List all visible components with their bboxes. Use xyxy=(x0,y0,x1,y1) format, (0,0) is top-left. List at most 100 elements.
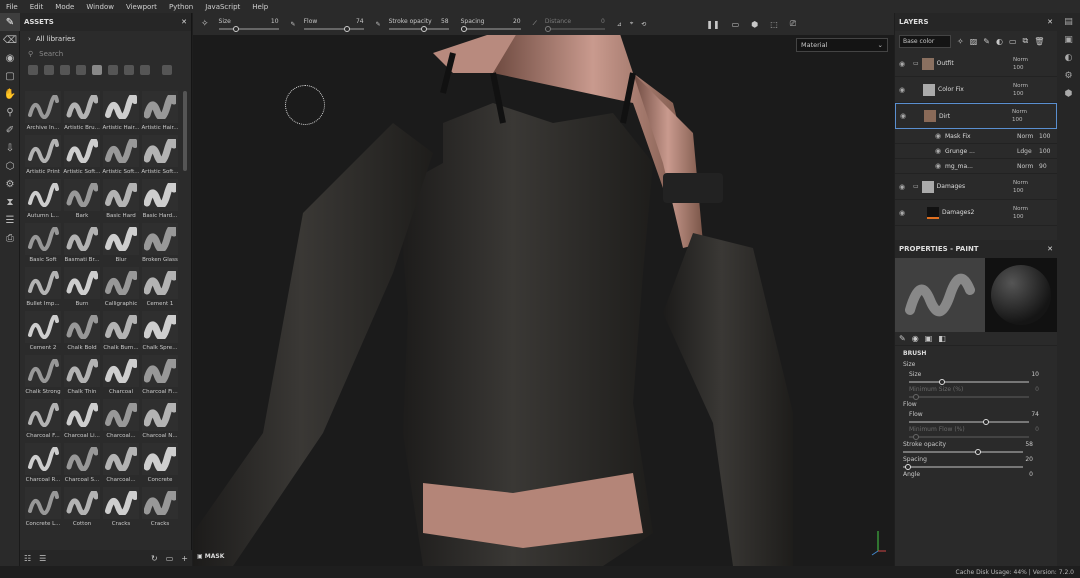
pen-pressure-icon[interactable]: ✎ xyxy=(376,21,381,28)
geometry-icon[interactable]: ⬡ xyxy=(0,157,20,175)
min-size-slider[interactable]: Minimum Size (%) 0 xyxy=(895,386,1057,400)
menu-viewport[interactable]: Viewport xyxy=(126,3,157,11)
menu-window[interactable]: Window xyxy=(86,3,114,11)
asset-tile[interactable]: Basic Soft xyxy=(24,223,62,267)
material-filter-icon[interactable] xyxy=(28,65,38,75)
symmetry-icon[interactable]: ⊿ xyxy=(617,21,622,28)
fill-layer-icon[interactable]: ◐ xyxy=(996,37,1003,46)
layer-row-selected[interactable]: ◉ Dirt Norm 100 xyxy=(895,103,1057,129)
asset-tile[interactable]: Charcoal S... xyxy=(63,443,101,487)
asset-tile[interactable]: Charcoal Li... xyxy=(63,399,101,443)
paint-brush-icon[interactable]: ✎ xyxy=(0,13,20,31)
eye-icon[interactable]: ◉ xyxy=(899,60,909,68)
bake-icon[interactable]: ⬢ xyxy=(1057,85,1080,103)
align-icon[interactable]: ⟲ xyxy=(641,21,646,28)
close-icon[interactable]: ✕ xyxy=(1047,245,1053,253)
close-icon[interactable]: ✕ xyxy=(181,18,187,26)
smart-material-filter-icon[interactable] xyxy=(44,65,54,75)
folder-icon[interactable]: ▭ xyxy=(1009,37,1017,46)
menu-javascript[interactable]: JavaScript xyxy=(205,3,240,11)
search-input[interactable]: ⚲ Search xyxy=(20,47,191,61)
menu-help[interactable]: Help xyxy=(252,3,268,11)
layer-blend[interactable]: Norm 100 xyxy=(1013,205,1057,221)
spacing-slider[interactable]: Spacing 20 xyxy=(895,456,1057,470)
size-slider[interactable]: Size 10 xyxy=(218,18,279,32)
layer-row[interactable]: ◉ ▭ Damages Norm 100 xyxy=(895,174,1057,200)
assets-scrollbar[interactable] xyxy=(183,91,187,171)
color-picker-icon[interactable]: ✐ xyxy=(0,121,20,139)
add-mask-icon[interactable]: ▨ xyxy=(970,37,978,46)
projection-icon[interactable]: ◉ xyxy=(0,49,20,67)
folder-icon[interactable]: ▭ xyxy=(166,554,174,563)
brush-tab-icon[interactable]: ✎ xyxy=(899,334,906,343)
asset-tile[interactable]: Calligraphic xyxy=(102,267,140,311)
bake-icon[interactable]: ⇩ xyxy=(0,139,20,157)
menu-file[interactable]: File xyxy=(6,3,18,11)
angle-control[interactable]: Angle 0 xyxy=(895,471,1057,478)
asset-tile[interactable]: Archive In... xyxy=(24,91,62,135)
effect-blend[interactable]: Norm xyxy=(1017,163,1039,170)
layer-blend[interactable]: Norm 100 xyxy=(1012,108,1056,124)
smudge-icon[interactable]: ✋ xyxy=(0,85,20,103)
mirror-icon[interactable]: ⌖ xyxy=(630,20,633,28)
asset-tile[interactable]: Basmati Br... xyxy=(63,223,101,267)
min-flow-slider[interactable]: Minimum Flow (%) 0 xyxy=(895,426,1057,440)
stroke-opacity-slider[interactable]: Stroke opacity 58 xyxy=(388,18,449,32)
export-icon[interactable]: ⎙ xyxy=(0,229,20,247)
asset-tile[interactable]: Cement 1 xyxy=(141,267,179,311)
history-icon[interactable]: ⧗ xyxy=(0,193,20,211)
grid-filter-icon[interactable] xyxy=(124,65,134,75)
asset-tile[interactable]: Charcoal F... xyxy=(24,399,62,443)
asset-tile[interactable]: Artistic Hair... xyxy=(141,91,179,135)
asset-tile[interactable]: Autumn L... xyxy=(24,179,62,223)
refresh-icon[interactable]: ↻ xyxy=(151,554,158,563)
effect-opacity[interactable]: 90 xyxy=(1039,163,1057,170)
stencil-tab-icon[interactable]: ◧ xyxy=(938,334,946,343)
asset-tile[interactable]: Charcoal R... xyxy=(24,443,62,487)
image-filter-icon[interactable] xyxy=(140,65,150,75)
eye-icon[interactable]: ◉ xyxy=(899,183,909,191)
eye-icon[interactable]: ◉ xyxy=(935,132,945,140)
layer-row[interactable]: ◉ Color Fix Norm 100 xyxy=(895,77,1057,103)
layer-list-icon[interactable]: ☰ xyxy=(0,211,20,229)
asset-tile[interactable]: Chalk Burn... xyxy=(102,311,140,355)
lazy-mouse-icon[interactable]: ⟋ xyxy=(533,20,537,28)
asset-tile[interactable]: Artistic Soft... xyxy=(63,135,101,179)
asset-tile[interactable]: Broken Glass xyxy=(141,223,179,267)
asset-tile[interactable]: Charcoal... xyxy=(102,443,140,487)
asset-tile[interactable]: Charcoal Fi... xyxy=(141,355,179,399)
effect-row[interactable]: ◉ Grunge ... Ldge 100 xyxy=(895,144,1057,159)
asset-tile[interactable]: Blur xyxy=(102,223,140,267)
effect-row[interactable]: ◉ mg_ma... Norm 90 xyxy=(895,159,1057,174)
pen-pressure-icon[interactable]: ✎ xyxy=(291,21,296,28)
pause-icon[interactable]: ❚❚ xyxy=(706,20,719,29)
brush-filter-icon[interactable] xyxy=(92,65,102,75)
effect-blend[interactable]: Ldge xyxy=(1017,148,1039,155)
asset-tile[interactable]: Charcoal... xyxy=(102,399,140,443)
viewport-3d[interactable]: ✧ Size 10 ✎ Flow 74 ✎ Stroke opacity 58 Spa… xyxy=(193,13,894,566)
effect-opacity[interactable]: 100 xyxy=(1039,133,1057,140)
brush-preset-icon[interactable]: ✧ xyxy=(201,19,209,29)
flow-slider[interactable]: Flow 74 xyxy=(895,411,1057,425)
polygon-fill-icon[interactable]: ▢ xyxy=(0,67,20,85)
size-slider[interactable]: Size 10 xyxy=(895,371,1057,385)
eye-icon[interactable]: ◉ xyxy=(899,86,909,94)
add-effect-icon[interactable]: ✧ xyxy=(957,37,964,46)
asset-tile[interactable]: Bullet Imp... xyxy=(24,267,62,311)
asset-tile[interactable]: Basic Hard... xyxy=(141,179,179,223)
flow-slider[interactable]: Flow 74 xyxy=(303,18,364,32)
paint-layer-icon[interactable]: ✎ xyxy=(983,37,990,46)
asset-tile[interactable]: Basic Hard xyxy=(102,179,140,223)
list-view-icon[interactable]: ☰ xyxy=(39,554,46,563)
texture-filter-icon[interactable] xyxy=(60,65,70,75)
camera-icon[interactable]: ▭ xyxy=(732,20,740,29)
display-settings-icon[interactable]: ▣ xyxy=(1057,31,1080,49)
layer-blend[interactable]: Norm 100 xyxy=(1013,56,1057,72)
effect-row[interactable]: ◉ Mask Fix Norm 100 xyxy=(895,129,1057,144)
layers-tab-icon[interactable]: ▤ xyxy=(1057,13,1080,31)
mask-filter-icon[interactable] xyxy=(76,65,86,75)
delete-icon[interactable]: 🗑 xyxy=(1034,37,1044,46)
asset-tile[interactable]: Charcoal N... xyxy=(141,399,179,443)
eye-icon[interactable]: ◉ xyxy=(935,162,945,170)
alpha-tab-icon[interactable]: ▣ xyxy=(925,334,933,343)
